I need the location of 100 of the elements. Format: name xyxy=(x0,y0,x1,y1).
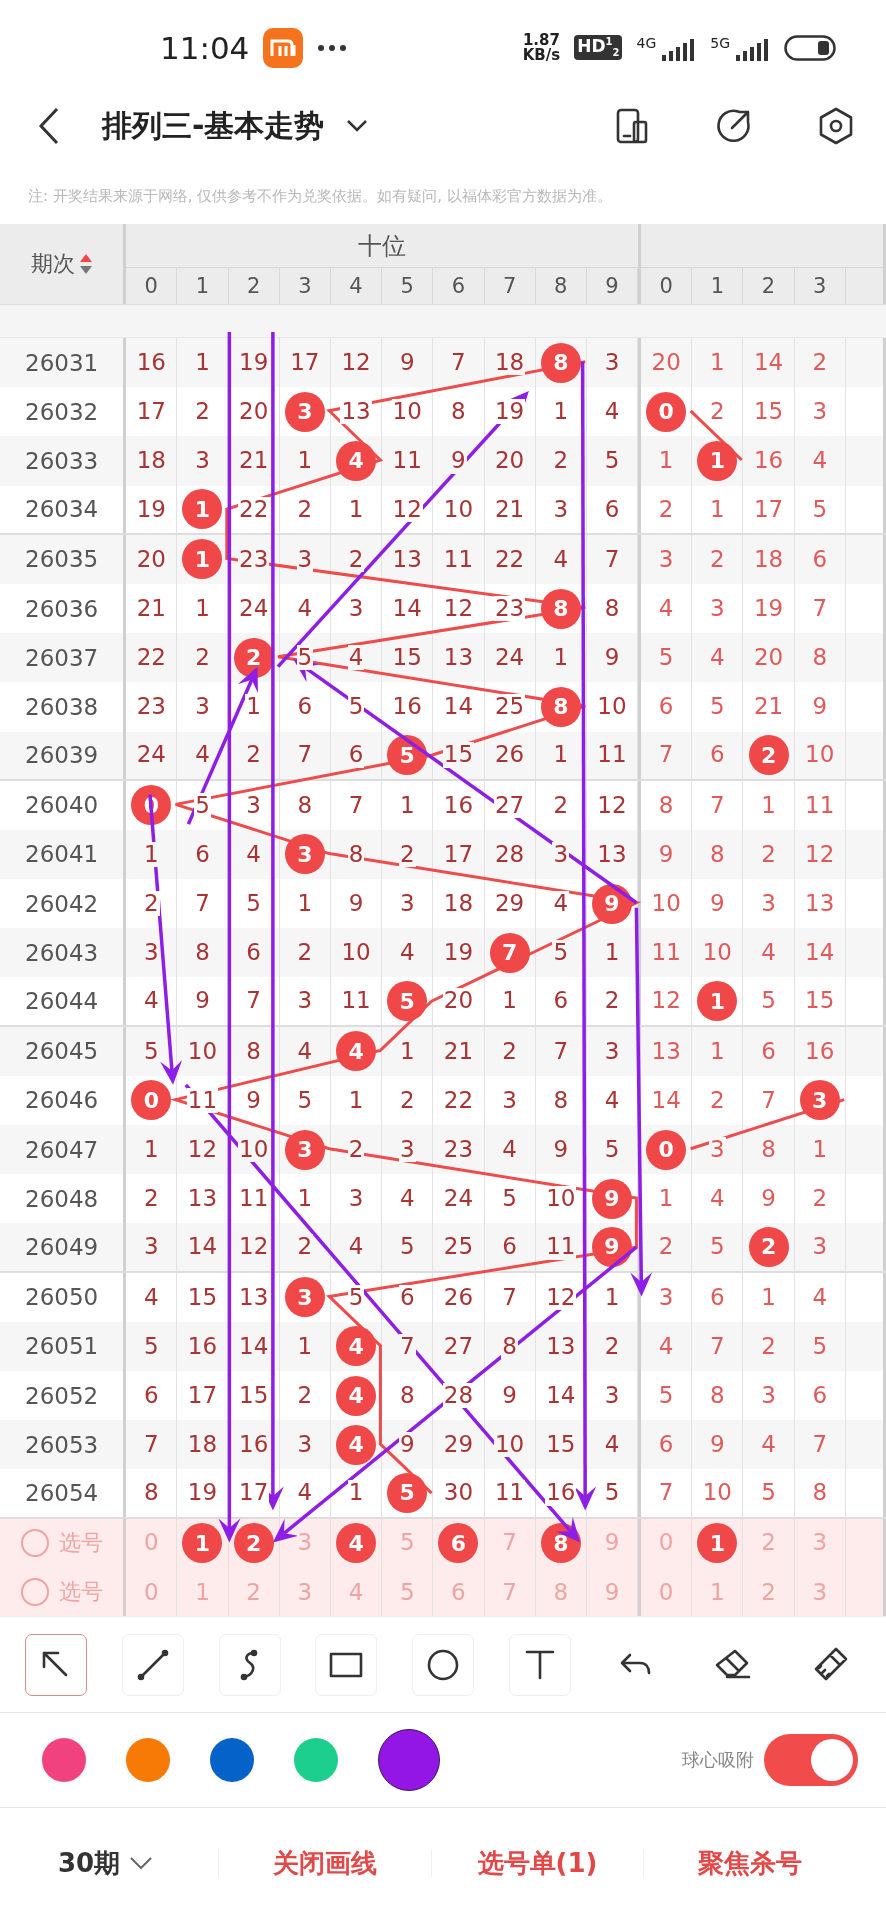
miss-count: 6 xyxy=(347,742,365,768)
drawn-number-ball: 8 xyxy=(540,686,581,727)
period-number: 26036 xyxy=(25,595,99,622)
drawn-number-ball: 0 xyxy=(646,1129,687,1170)
group-header: 十位 xyxy=(358,230,407,262)
column-header: 1 xyxy=(692,268,744,304)
drawn-number-ball: 2 xyxy=(233,637,274,678)
period-number: 26053 xyxy=(25,1431,99,1458)
period-number: 26044 xyxy=(25,988,99,1015)
column-header: 1 xyxy=(177,268,229,304)
miss-count: 5 xyxy=(296,645,314,671)
picked-number-ball[interactable]: 1 xyxy=(697,1523,738,1564)
drawn-number-ball: 0 xyxy=(131,1080,172,1121)
battery-icon xyxy=(784,34,836,61)
period-number: 26042 xyxy=(25,890,99,917)
drawn-number-ball: 9 xyxy=(591,883,632,924)
period-number: 26041 xyxy=(25,841,99,868)
period-number: 26040 xyxy=(25,792,99,819)
column-header: 2 xyxy=(228,268,280,304)
drawn-number-ball: 4 xyxy=(336,440,377,481)
network-type: 5G xyxy=(710,34,730,51)
miss-count: 19 xyxy=(493,399,526,425)
drawn-number-ball: 0 xyxy=(646,391,687,432)
period-number: 26048 xyxy=(25,1185,99,1212)
drawn-number-ball: 8 xyxy=(540,588,581,629)
title-dropdown-caret-icon[interactable] xyxy=(346,119,369,133)
picked-number-ball[interactable]: 2 xyxy=(233,1523,274,1564)
drawn-number-ball: 4 xyxy=(336,1424,377,1465)
action-button[interactable]: 聚焦杀号 xyxy=(644,1845,856,1881)
network-type: 4G xyxy=(636,34,657,51)
drawn-number-ball: 4 xyxy=(336,1375,377,1416)
color-swatch[interactable] xyxy=(42,1738,86,1783)
column-header: 0 xyxy=(641,268,693,304)
caret-icon xyxy=(130,1857,153,1870)
period-number: 26037 xyxy=(25,644,99,671)
period-number: 26050 xyxy=(25,1284,99,1311)
miss-count: 9 xyxy=(450,448,467,474)
column-header: 6 xyxy=(433,268,485,304)
action-button[interactable]: 关闭画线 xyxy=(219,1845,431,1881)
drawn-number-ball: 9 xyxy=(591,1178,632,1219)
miss-count: 13 xyxy=(340,399,372,425)
miss-count: 23 xyxy=(493,595,526,622)
miss-count: 2 xyxy=(142,891,160,917)
drawn-number-ball: 5 xyxy=(387,1472,428,1513)
miss-count: 5 xyxy=(194,792,211,818)
column-header: 2 xyxy=(743,268,795,304)
more-icon xyxy=(317,43,348,52)
miss-count: 28 xyxy=(442,1382,475,1409)
miss-count: 10 xyxy=(493,1432,526,1458)
column-header: 8 xyxy=(535,268,587,304)
miss-count: 4 xyxy=(347,645,365,671)
column-header: 3 xyxy=(279,268,331,304)
picked-number-ball[interactable]: 4 xyxy=(336,1523,377,1564)
disclaimer-note: 注: 开奖结果来源于网络, 仅供参考不作为兑奖依据。如有疑问, 以福体彩官方数据为准。 xyxy=(27,186,613,207)
period-number: 26039 xyxy=(25,742,99,769)
action-button[interactable]: 选号单(1) xyxy=(431,1845,644,1881)
period-number: 26049 xyxy=(25,1233,99,1260)
drawn-number-ball: 3 xyxy=(799,1080,840,1121)
network-speed: 1.87 xyxy=(522,32,560,48)
drawn-number-ball: 4 xyxy=(336,1326,377,1367)
period-number: 26034 xyxy=(25,496,99,523)
period-number: 26033 xyxy=(25,447,99,474)
column-header: 期次 xyxy=(30,250,75,278)
picked-number-ball[interactable]: 6 xyxy=(438,1523,479,1564)
period-number: 26052 xyxy=(25,1382,99,1409)
drawing-tool-button[interactable] xyxy=(25,1633,88,1696)
drawn-number-ball: 1 xyxy=(182,539,223,580)
drawn-number-ball: 4 xyxy=(336,1031,377,1072)
speed-unit: KB/s xyxy=(522,47,561,63)
miss-count: 11 xyxy=(186,1087,219,1114)
column-header: 9 xyxy=(586,268,639,304)
column-header: 4 xyxy=(330,268,383,304)
period-number: 26032 xyxy=(25,398,99,425)
pick-label: 选号 xyxy=(58,1578,103,1607)
color-swatch[interactable] xyxy=(210,1738,254,1783)
snap-label: 球心吸附 xyxy=(682,1748,754,1773)
drawn-number-ball: 7 xyxy=(489,932,530,973)
app-notification-icon xyxy=(263,27,304,68)
clock: 11:04 xyxy=(160,29,250,66)
column-header: 3 xyxy=(794,268,846,304)
color-swatch[interactable] xyxy=(126,1738,170,1783)
drawn-number-ball: 3 xyxy=(284,1277,325,1318)
drawn-number-ball: 2 xyxy=(748,1226,789,1267)
period-number: 26043 xyxy=(25,939,99,966)
miss-count: 11 xyxy=(545,1234,577,1260)
period-number: 26046 xyxy=(25,1087,99,1114)
drawn-number-ball: 2 xyxy=(748,735,789,776)
drawn-number-ball: 3 xyxy=(284,1129,325,1170)
color-swatch[interactable] xyxy=(294,1738,338,1783)
radio-button[interactable] xyxy=(20,1529,49,1558)
toggle-switch[interactable] xyxy=(764,1734,858,1787)
picked-number-ball[interactable]: 1 xyxy=(182,1523,223,1564)
column-header: 5 xyxy=(382,268,434,304)
radio-button[interactable] xyxy=(20,1578,49,1607)
back-button[interactable] xyxy=(38,107,60,145)
period-dropdown[interactable]: 30期 xyxy=(58,1845,218,1881)
period-number: 26038 xyxy=(25,693,99,720)
period-number: 26054 xyxy=(25,1479,99,1506)
sort-icon[interactable] xyxy=(78,252,93,276)
miss-count: 15 xyxy=(442,742,475,768)
